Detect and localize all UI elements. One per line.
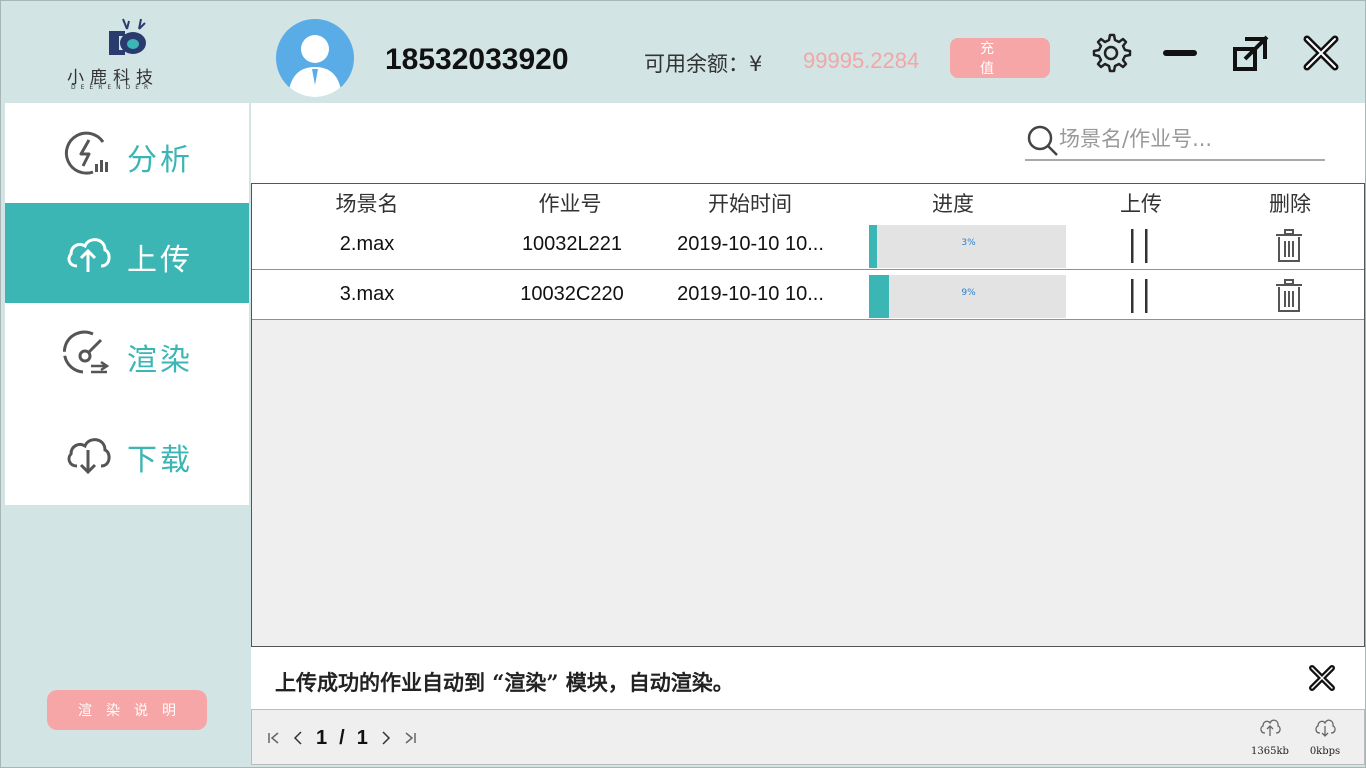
- sidebar: 分析 上传 渲染 下载 渲染说明: [5, 103, 249, 765]
- column-header-upload: 上传: [1120, 192, 1162, 216]
- sidebar-item-label: 分析: [127, 143, 193, 178]
- current-page: 1: [316, 726, 328, 749]
- trash-icon[interactable]: [1274, 229, 1304, 263]
- column-header-job: 作业号: [538, 192, 602, 216]
- balance-value: 99995.2284: [803, 48, 920, 73]
- trash-icon[interactable]: [1274, 279, 1304, 313]
- user-phone: 18532033920: [385, 43, 569, 76]
- table-header: 场景名 作业号 开始时间 进度 上传 删除: [252, 184, 1364, 220]
- search-box[interactable]: [1025, 119, 1325, 161]
- first-page-icon[interactable]: [262, 726, 286, 750]
- progress-label: 3%: [961, 238, 976, 248]
- sidebar-nav: 分析 上传 渲染 下载: [5, 103, 249, 505]
- upload-speed-value: 1365kb: [1251, 746, 1289, 757]
- sidebar-item-label: 下载: [127, 443, 193, 478]
- column-header-start-time: 开始时间: [708, 192, 792, 216]
- notice-bar: 上传成功的作业自动到 “渲染” 模块，自动渲染。: [251, 647, 1365, 709]
- page-separator: /: [339, 726, 345, 749]
- progress-bar: 9%: [869, 275, 1066, 318]
- analysis-icon: [64, 131, 108, 175]
- upload-cloud-icon: [67, 238, 111, 272]
- prev-page-icon[interactable]: [286, 726, 310, 750]
- download-speed-icon: [1315, 719, 1336, 737]
- upload-speed: 1365kb: [1250, 716, 1290, 764]
- download-speed-value: 0kbps: [1309, 746, 1341, 757]
- render-explanation-button[interactable]: 渲染说明: [47, 690, 207, 730]
- progress-label: 9%: [961, 288, 976, 298]
- sidebar-item-analysis[interactable]: 分析: [5, 103, 249, 203]
- download-cloud-icon: [67, 438, 111, 475]
- render-gauge-icon: [63, 330, 110, 374]
- user-avatar[interactable]: [276, 19, 354, 97]
- deer-logo-icon: [109, 18, 146, 55]
- user-avatar-icon: [288, 35, 342, 97]
- column-header-delete: 删除: [1269, 192, 1311, 216]
- notice-close-icon[interactable]: [1307, 663, 1337, 693]
- brand-logo: 小鹿科技 DEERENDER: [63, 15, 193, 91]
- next-page-icon[interactable]: [374, 726, 398, 750]
- pause-icon[interactable]: [1128, 229, 1152, 263]
- header: 小鹿科技 DEERENDER 18532033920 可用余额：¥ 99995.…: [1, 1, 1365, 103]
- sidebar-item-upload[interactable]: 上传: [5, 203, 249, 303]
- minimize-icon[interactable]: [1157, 29, 1205, 77]
- total-pages: 1: [356, 726, 368, 749]
- footer-bar: 1 / 1 1365kb 0kbps: [251, 709, 1365, 765]
- last-page-icon[interactable]: [398, 726, 422, 750]
- app-window: 小鹿科技 DEERENDER 18532033920 可用余额：¥ 99995.…: [0, 0, 1366, 768]
- search-input[interactable]: [1059, 123, 1321, 155]
- cell-scene: 3.max: [339, 283, 395, 305]
- job-table: 场景名 作业号 开始时间 进度 上传 删除 2.max 10032L221 20…: [251, 183, 1365, 647]
- cell-job: 10032C220: [520, 283, 624, 305]
- table-row[interactable]: 2.max 10032L221 2019-10-10 10... 3%: [252, 220, 1364, 270]
- balance-label: 可用余额：¥: [644, 52, 763, 76]
- pause-icon[interactable]: [1128, 279, 1152, 313]
- download-speed: 0kbps: [1305, 716, 1345, 764]
- progress-bar: 3%: [869, 225, 1066, 268]
- column-header-progress: 进度: [932, 192, 974, 216]
- search-icon: [1027, 125, 1058, 156]
- recharge-button[interactable]: 充 值: [950, 38, 1050, 78]
- cell-scene: 2.max: [339, 233, 395, 255]
- notice-text: 上传成功的作业自动到 “渲染” 模块，自动渲染。: [275, 670, 734, 695]
- settings-gear-icon[interactable]: [1086, 29, 1134, 77]
- pagination: 1 / 1: [262, 726, 422, 750]
- table-row[interactable]: 3.max 10032C220 2019-10-10 10... 9%: [252, 270, 1364, 320]
- sidebar-item-render[interactable]: 渲染: [5, 303, 249, 403]
- sidebar-item-label: 渲染: [127, 343, 193, 378]
- column-header-scene: 场景名: [335, 192, 399, 216]
- close-icon[interactable]: [1297, 29, 1345, 77]
- main-panel: 场景名 作业号 开始时间 进度 上传 删除 2.max 10032L221 20…: [251, 103, 1365, 765]
- upload-speed-icon: [1260, 719, 1281, 736]
- cell-job: 10032L221: [521, 233, 623, 255]
- brand-name-en: DEERENDER: [71, 84, 154, 91]
- cell-start-time: 2019-10-10 10...: [677, 233, 824, 255]
- sidebar-item-download[interactable]: 下载: [5, 403, 249, 503]
- restore-window-icon[interactable]: [1227, 29, 1275, 77]
- sidebar-item-label: 上传: [127, 243, 193, 278]
- cell-start-time: 2019-10-10 10...: [677, 283, 824, 305]
